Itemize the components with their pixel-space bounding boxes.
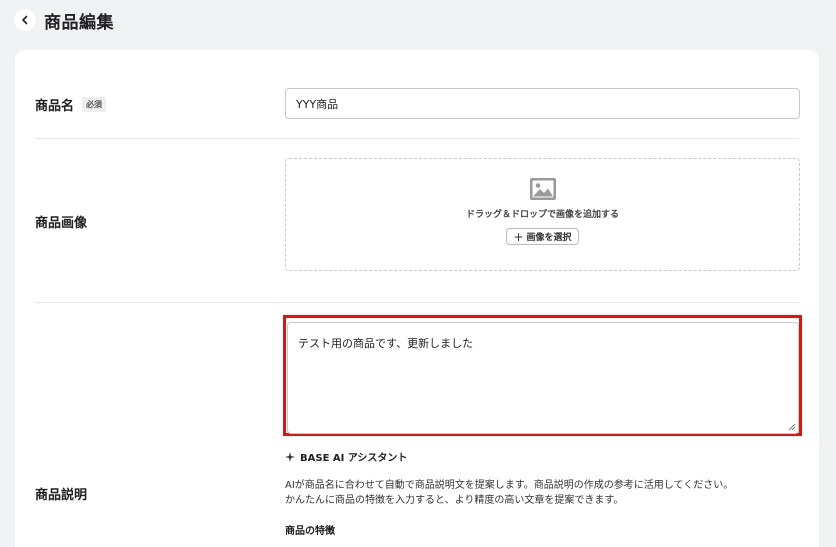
divider: [35, 302, 799, 303]
ai-description-line: AIが商品名に合わせて自動で商品説明文を提案します。商品説明の作成の参考に活用し…: [285, 480, 734, 491]
ai-description-line: かんたんに商品の特徴を入力すると、より精度の高い文章を提案できます。: [285, 495, 624, 506]
product-name-label: 商品名: [35, 99, 75, 114]
ai-assistant-description: AIが商品名に合わせて自動で商品説明文を提案します。商品説明の作成の参考に活用し…: [285, 478, 733, 508]
product-description-textarea[interactable]: テスト用の商品です、更新しました: [287, 322, 799, 434]
back-button[interactable]: [14, 9, 36, 31]
divider: [35, 138, 799, 139]
edit-form-card: 商品名 必須 YYY商品 商品画像 ドラッグ＆ドロップで画像を追加する + 画像…: [15, 50, 819, 547]
chevron-left-icon: [22, 15, 28, 25]
page-header: 商品編集: [14, 8, 114, 33]
description-text: テスト用の商品です、更新しました: [298, 337, 474, 350]
image-dropzone[interactable]: ドラッグ＆ドロップで画像を追加する + 画像を選択: [285, 158, 800, 271]
page-title: 商品編集: [44, 12, 114, 33]
product-description-label: 商品説明: [35, 488, 88, 503]
dropzone-text: ドラッグ＆ドロップで画像を追加する: [465, 210, 619, 220]
ai-assistant-title-text: BASE AI アシスタント: [300, 453, 408, 464]
product-image-label: 商品画像: [35, 216, 88, 231]
features-label: 商品の特徴: [285, 526, 335, 537]
ai-assistant-title: BASE AI アシスタント: [285, 449, 407, 464]
sparkle-icon: [285, 451, 295, 462]
image-icon: [529, 178, 556, 200]
resize-grip-icon[interactable]: [788, 423, 796, 431]
select-image-label: 画像を選択: [526, 233, 572, 243]
required-badge: 必須: [82, 97, 107, 112]
select-image-button[interactable]: + 画像を選択: [506, 228, 579, 245]
product-name-input[interactable]: YYY商品: [285, 88, 800, 119]
product-name-row-label: 商品名 必須: [35, 95, 107, 114]
plus-icon: +: [513, 229, 524, 244]
